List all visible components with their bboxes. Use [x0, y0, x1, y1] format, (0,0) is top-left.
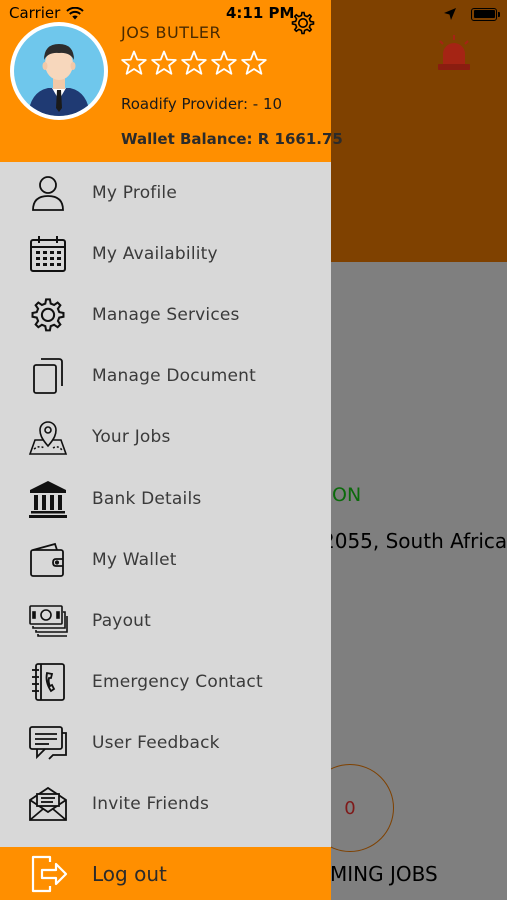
logout-button[interactable]: Log out — [0, 847, 331, 900]
menu-item-payout[interactable]: Payout — [0, 590, 331, 651]
job-status-text: ON — [332, 484, 362, 506]
avatar[interactable] — [10, 22, 108, 120]
star-icon — [241, 50, 267, 75]
menu-label: Bank Details — [92, 488, 202, 509]
menu-item-invite-friends[interactable]: Invite Friends — [0, 774, 331, 835]
menu-item-bank-details[interactable]: Bank Details — [0, 468, 331, 529]
settings-gear-icon[interactable] — [289, 9, 317, 37]
menu-label: My Availability — [92, 243, 218, 264]
carrier-label: Carrier — [9, 4, 61, 22]
map-pin-icon — [28, 417, 68, 457]
star-icon — [151, 50, 177, 75]
menu-item-user-feedback[interactable]: User Feedback — [0, 713, 331, 774]
menu-item-manage-services[interactable]: Manage Services — [0, 284, 331, 345]
cash-icon — [28, 601, 68, 641]
location-arrow-icon — [444, 8, 456, 20]
siren-icon[interactable] — [434, 34, 474, 74]
menu-label: Payout — [92, 610, 152, 631]
status-time: 4:11 PM — [226, 4, 295, 22]
logout-label: Log out — [92, 861, 167, 886]
user-name: JOS BUTLER — [121, 23, 222, 42]
address-text: 2055, South Africa — [322, 529, 507, 553]
star-icon — [121, 50, 147, 75]
menu-label: My Wallet — [92, 549, 177, 570]
menu-item-manage-document[interactable]: Manage Document — [0, 346, 331, 407]
mail-icon — [28, 784, 68, 824]
wallet-icon — [28, 540, 68, 580]
menu-item-my-availability[interactable]: My Availability — [0, 223, 331, 284]
logout-icon — [31, 855, 68, 892]
drawer-menu: My Profile My Availability Manage Servic… — [0, 162, 331, 835]
battery-icon — [471, 7, 500, 21]
calendar-icon — [28, 234, 68, 274]
gear-icon — [28, 295, 68, 335]
rating-stars — [121, 50, 267, 76]
menu-label: Manage Services — [92, 304, 240, 325]
menu-item-my-profile[interactable]: My Profile — [0, 162, 331, 223]
wallet-balance-text: Wallet Balance: R 1661.75 — [121, 130, 343, 148]
menu-item-emergency-contact[interactable]: Emergency Contact — [0, 652, 331, 713]
status-bar-left: Carrier — [9, 4, 85, 22]
wifi-icon — [66, 6, 85, 19]
feedback-icon — [28, 723, 68, 763]
star-icon — [181, 50, 207, 75]
menu-label: My Profile — [92, 182, 177, 203]
upcoming-jobs-label: MING JOBS — [330, 862, 438, 886]
menu-label: Your Jobs — [92, 427, 171, 448]
user-icon — [28, 173, 68, 213]
menu-item-your-jobs[interactable]: Your Jobs — [0, 407, 331, 468]
menu-label: Emergency Contact — [92, 672, 263, 693]
user-avatar-illustration — [28, 44, 90, 116]
bank-icon — [28, 479, 68, 519]
menu-label: User Feedback — [92, 733, 220, 754]
count-value: 0 — [344, 797, 356, 819]
drawer-header: Carrier 4:11 PM JOS BUTLER Roadify Provi… — [0, 0, 343, 162]
provider-id-text: Roadify Provider: - 10 — [121, 95, 283, 113]
star-icon — [211, 50, 237, 75]
document-icon — [28, 356, 68, 396]
side-drawer: Carrier 4:11 PM JOS BUTLER Roadify Provi… — [0, 0, 343, 900]
menu-label: Invite Friends — [92, 794, 210, 815]
menu-item-my-wallet[interactable]: My Wallet — [0, 529, 331, 590]
phone-book-icon — [28, 662, 68, 702]
menu-label: Manage Document — [92, 366, 257, 387]
status-bar-right — [443, 4, 500, 24]
